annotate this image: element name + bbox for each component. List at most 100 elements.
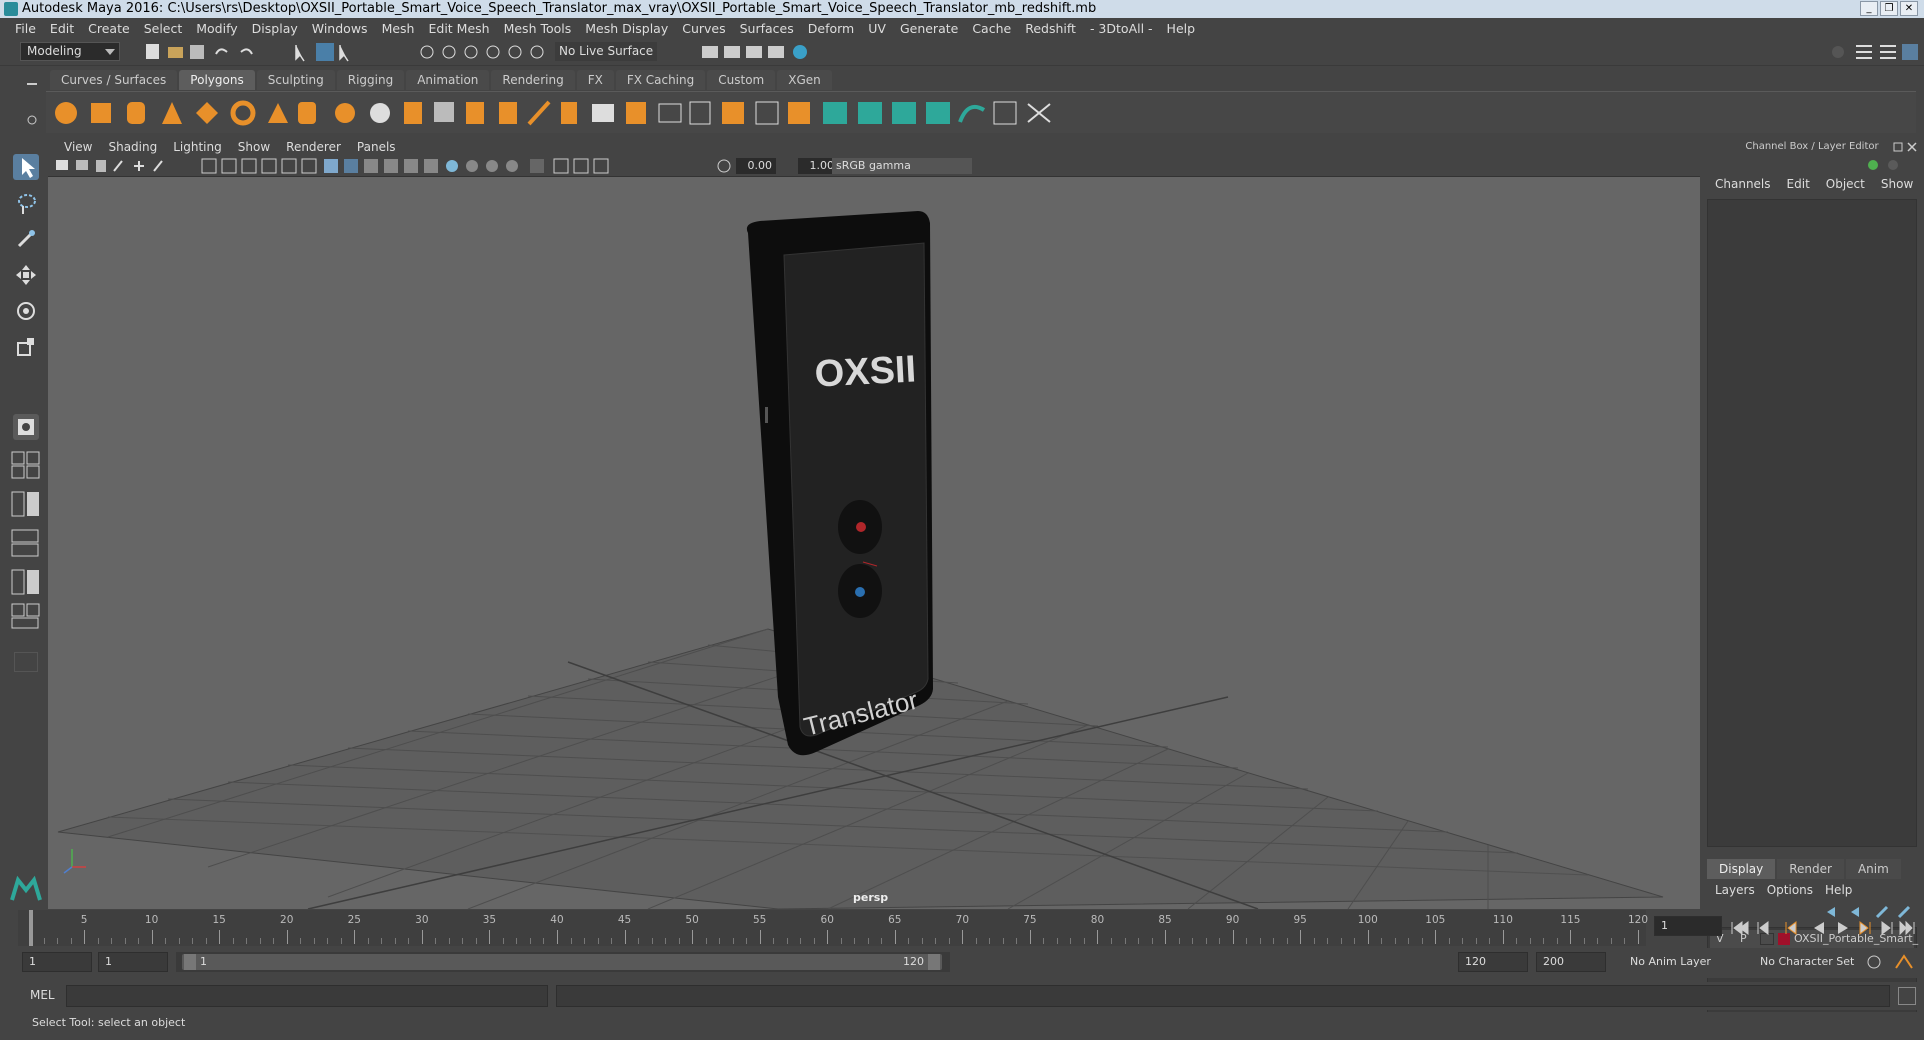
go-to-end-icon[interactable] — [1899, 920, 1915, 936]
viewport-persp[interactable]: View Shading Lighting Show Renderer Pane… — [48, 139, 1700, 909]
shelf-tab-polygons[interactable]: Polygons — [179, 70, 255, 90]
poly-pipe-icon[interactable] — [298, 102, 316, 124]
select-component-icon[interactable] — [339, 45, 349, 62]
panel-menu-renderer[interactable]: Renderer — [278, 140, 349, 154]
default-material-icon[interactable] — [364, 159, 378, 173]
spherical-mapping-icon[interactable] — [892, 102, 916, 124]
mode-selector[interactable]: Modeling — [20, 42, 120, 61]
playback-end-field[interactable]: 120 — [1458, 952, 1528, 972]
exposure-field[interactable]: 0.00 — [736, 158, 776, 174]
outliner-layout-icon[interactable] — [26, 465, 40, 479]
go-to-start-icon[interactable] — [1731, 921, 1749, 935]
bookmark-icon[interactable] — [96, 160, 106, 172]
custom-layout-icon[interactable] — [11, 617, 39, 629]
image-plane-icon[interactable] — [113, 160, 123, 172]
undo-icon[interactable] — [215, 48, 228, 55]
new-scene-icon[interactable] — [146, 44, 159, 59]
menu-select[interactable]: Select — [137, 21, 190, 36]
live-surface-field[interactable]: No Live Surface — [555, 42, 657, 61]
grease-pencil-icon[interactable] — [153, 160, 163, 172]
select-tool-icon[interactable] — [13, 154, 39, 180]
command-input[interactable] — [66, 985, 548, 1007]
menu-3dtoall[interactable]: - 3DtoAll - — [1083, 21, 1160, 36]
bridge-icon[interactable] — [499, 102, 517, 124]
menu-modify[interactable]: Modify — [189, 21, 244, 36]
separate-icon[interactable] — [370, 103, 390, 123]
snap-grid-icon[interactable] — [420, 45, 434, 59]
toolbox-expand-button[interactable] — [14, 652, 38, 672]
time-slider[interactable]: 5 10 15 20 25 30 35 40 45 50 55 60 65 70 75 80 85 90 95 100… — [18, 910, 1648, 946]
color-space-dropdown[interactable]: sRGB gamma — [832, 158, 972, 174]
shadows-icon[interactable] — [466, 160, 478, 172]
camera-attributes-icon[interactable] — [76, 160, 88, 170]
menu-create[interactable]: Create — [81, 21, 137, 36]
mirror-icon[interactable] — [466, 102, 484, 124]
script-layout-icon[interactable] — [11, 603, 25, 617]
mel-label[interactable]: MEL — [30, 988, 55, 1002]
rotate-tool-icon[interactable] — [13, 298, 39, 324]
channel-box-area[interactable] — [1707, 199, 1917, 847]
panel-menu-show[interactable]: Show — [230, 140, 278, 154]
tab-render[interactable]: Render — [1777, 859, 1844, 879]
uv-layout-icon[interactable] — [11, 569, 25, 595]
scale-tool-icon[interactable] — [13, 334, 39, 360]
menu-mesh-tools[interactable]: Mesh Tools — [497, 21, 579, 36]
snap-view-plane-icon[interactable] — [508, 45, 522, 59]
snap-point-icon[interactable] — [464, 45, 478, 59]
render-view-icon[interactable] — [768, 46, 784, 58]
poly-pyramid-icon[interactable] — [268, 103, 288, 123]
character-set-dropdown[interactable]: No Character Set — [1752, 952, 1872, 972]
2d-pan-zoom-icon[interactable] — [134, 161, 144, 171]
wireframe-icon[interactable] — [324, 159, 338, 173]
play-backwards-icon[interactable] — [1814, 922, 1824, 934]
auto-key-icon[interactable] — [1867, 955, 1881, 969]
hypershade-layout-icon[interactable] — [11, 529, 39, 543]
redo-icon[interactable] — [240, 48, 253, 55]
layer-menu-layers[interactable]: Layers — [1709, 883, 1761, 897]
bevel-icon[interactable] — [592, 104, 614, 122]
panel-menu-panels[interactable]: Panels — [349, 140, 404, 154]
render-layout-icon[interactable] — [26, 603, 40, 617]
shelf-tab-rigging[interactable]: Rigging — [336, 70, 405, 90]
animation-end-field[interactable]: 200 — [1536, 952, 1606, 972]
cylindrical-mapping-icon[interactable] — [858, 102, 882, 124]
motion-blur-icon[interactable] — [506, 160, 518, 172]
make-live-icon[interactable] — [530, 45, 544, 59]
fill-hole-icon[interactable] — [626, 102, 646, 124]
close-panel-icon[interactable] — [1907, 142, 1917, 152]
channel-menu-show[interactable]: Show — [1873, 177, 1921, 191]
resolution-gate-icon[interactable] — [241, 158, 257, 174]
move-tool-icon[interactable] — [13, 262, 39, 288]
smooth-shade-icon[interactable] — [344, 159, 358, 173]
four-pane-layout-icon[interactable] — [26, 451, 40, 465]
poly-cylinder-icon[interactable] — [127, 102, 145, 124]
menu-curves[interactable]: Curves — [675, 21, 732, 36]
poly-sphere-icon[interactable] — [55, 102, 77, 124]
snap-projected-center-icon[interactable] — [486, 45, 500, 59]
tab-anim[interactable]: Anim — [1845, 859, 1901, 879]
shelf-tab-animation[interactable]: Animation — [406, 70, 490, 90]
scene-view[interactable]: OXSII Translator — [48, 177, 1700, 909]
smooth-icon[interactable] — [434, 102, 454, 122]
tab-display[interactable]: Display — [1707, 859, 1776, 879]
shelf-tab-xgen[interactable]: XGen — [777, 70, 832, 90]
merge-icon[interactable] — [755, 101, 779, 125]
shelf-tab-fx[interactable]: FX — [576, 70, 614, 90]
channel-box-icon[interactable] — [1868, 160, 1878, 170]
panel-menu-view[interactable]: View — [56, 140, 100, 154]
field-chart-icon[interactable] — [281, 158, 297, 174]
snap-curve-icon[interactable] — [442, 45, 456, 59]
panel-menu-shading[interactable]: Shading — [100, 140, 165, 154]
close-button[interactable]: ✕ — [1900, 1, 1918, 16]
select-camera-icon[interactable] — [56, 160, 68, 170]
single-pane-layout-icon[interactable] — [11, 451, 25, 465]
shelf-tab-sculpting[interactable]: Sculpting — [256, 70, 335, 90]
grid-icon[interactable] — [201, 158, 217, 174]
menu-uv[interactable]: UV — [861, 21, 893, 36]
anim-layer-dropdown[interactable]: No Anim Layer — [1622, 952, 1750, 972]
xray-active-icon[interactable] — [593, 158, 609, 174]
menu-redshift[interactable]: Redshift — [1018, 21, 1083, 36]
menu-file[interactable]: File — [8, 21, 43, 36]
paint-select-tool-icon[interactable] — [13, 226, 39, 252]
persp-graph-icon[interactable] — [27, 492, 39, 516]
